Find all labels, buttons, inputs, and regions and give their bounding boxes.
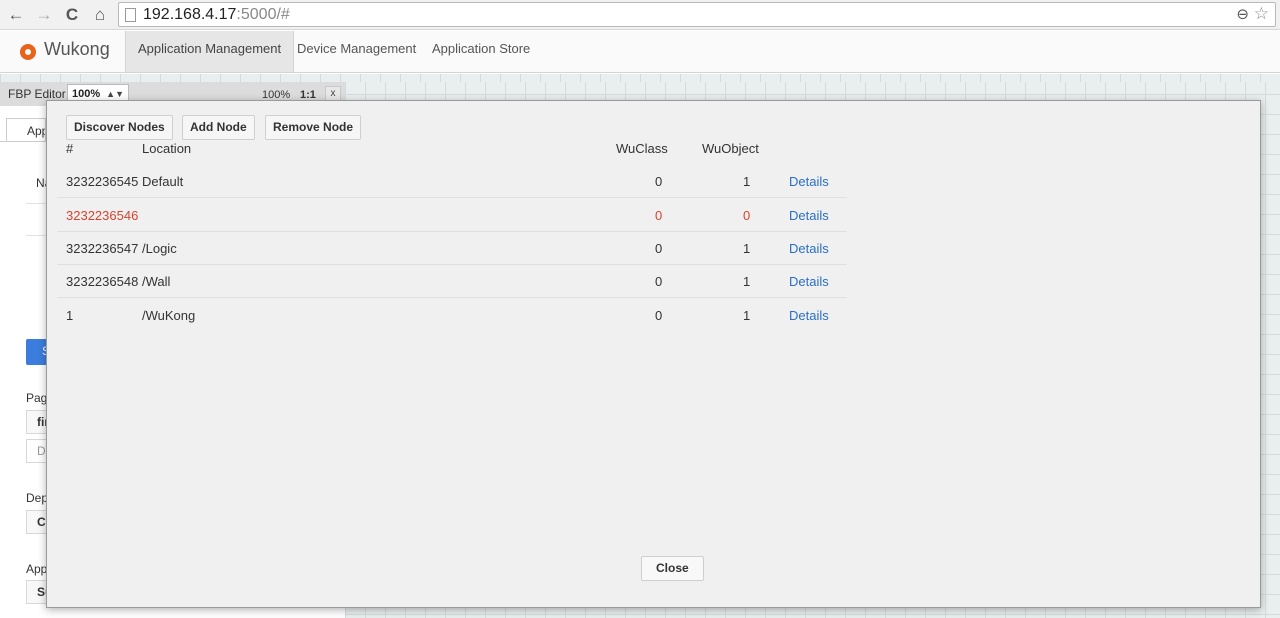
node-wuclass-count: 0 xyxy=(655,308,663,323)
node-wuobject-count: 1 xyxy=(743,241,751,256)
background-tab-application[interactable]: App xyxy=(6,118,46,142)
details-link[interactable]: Details xyxy=(789,308,829,323)
node-wuobject-count: 1 xyxy=(743,308,751,323)
add-node-button[interactable]: Add Node xyxy=(182,115,255,140)
table-row: 3232236548 /Wall 0 1 Details xyxy=(57,264,847,298)
background-page-label: Pag xyxy=(26,391,48,405)
node-id: 1 xyxy=(66,308,74,323)
background-divider xyxy=(26,203,46,204)
remove-node-button[interactable]: Remove Node xyxy=(265,115,362,140)
forward-icon[interactable]: → xyxy=(33,4,55,26)
fbp-editor-label: FBP Editor xyxy=(8,87,66,101)
reload-icon[interactable]: C xyxy=(61,4,83,26)
wukong-logo-icon xyxy=(20,44,36,60)
details-link[interactable]: Details xyxy=(789,174,829,189)
column-header-wuobject: WuObject xyxy=(702,141,759,156)
node-wuobject-count: 1 xyxy=(743,174,751,189)
table-row: 1 /WuKong 0 1 Details xyxy=(57,298,847,332)
url-host: 192.168.4.17 xyxy=(143,6,237,23)
table-row: 3232236547 /Logic 0 1 Details xyxy=(57,231,847,265)
address-bar[interactable]: 192.168.4.17:5000/# ⊖ ☆ xyxy=(118,2,1276,27)
tab-application-management[interactable]: Application Management xyxy=(125,31,295,72)
table-row: 3232236545 Default 0 1 Details xyxy=(57,164,847,198)
node-wuclass-count: 0 xyxy=(655,241,663,256)
discover-nodes-button[interactable]: Discover Nodes xyxy=(66,115,173,140)
node-wuclass-count: 0 xyxy=(655,174,663,189)
bookmark-star-icon[interactable]: ☆ xyxy=(1254,4,1269,24)
node-wuclass-count: 0 xyxy=(655,274,663,289)
node-id: 3232236546 xyxy=(66,208,139,223)
node-id: 3232236545 xyxy=(66,174,139,189)
browser-toolbar: ← → C ⌂ 192.168.4.17:5000/# ⊖ ☆ xyxy=(0,0,1280,30)
node-wuobject-count: 0 xyxy=(743,208,751,223)
node-id: 3232236547 xyxy=(66,241,139,256)
tab-application-store[interactable]: Application Store xyxy=(420,31,542,72)
close-button[interactable]: Close xyxy=(641,556,704,581)
node-location: /WuKong xyxy=(142,308,196,323)
table-row: 3232236546 0 0 Details xyxy=(57,198,847,232)
column-header-wuclass: WuClass xyxy=(616,141,668,156)
brand-name: Wukong xyxy=(44,39,110,59)
background-divider xyxy=(26,235,46,236)
fbp-canvas-top-strip xyxy=(0,74,1280,82)
page-icon xyxy=(125,8,136,22)
background-app-label: App xyxy=(26,562,48,576)
tab-device-management[interactable]: Device Management xyxy=(285,31,428,72)
background-tab-divider xyxy=(0,141,46,142)
details-link[interactable]: Details xyxy=(789,241,829,256)
column-header-location: Location xyxy=(142,141,192,156)
node-wuobject-count: 1 xyxy=(743,274,751,289)
home-icon[interactable]: ⌂ xyxy=(89,4,111,26)
url-port: :5000/# xyxy=(236,6,290,23)
node-id: 3232236548 xyxy=(66,274,139,289)
node-location: /Wall xyxy=(142,274,171,289)
column-header-number: # xyxy=(66,141,74,156)
details-link[interactable]: Details xyxy=(789,208,829,223)
node-location: Default xyxy=(142,174,184,189)
node-wuclass-count: 0 xyxy=(655,208,663,223)
app-header: Wukong Application Management Device Man… xyxy=(0,31,1280,73)
back-icon[interactable]: ← xyxy=(5,4,27,26)
details-link[interactable]: Details xyxy=(789,274,829,289)
zoom-icon[interactable]: ⊖ xyxy=(1236,5,1249,23)
fbp-zoom-select-value: 100% xyxy=(72,88,101,100)
background-deploy-label: Dep xyxy=(26,491,49,505)
node-management-dialog: Discover Nodes Add Node Remove Node # Lo… xyxy=(46,100,1261,608)
url-text: 192.168.4.17:5000/# xyxy=(143,5,290,25)
node-location: /Logic xyxy=(142,241,177,256)
